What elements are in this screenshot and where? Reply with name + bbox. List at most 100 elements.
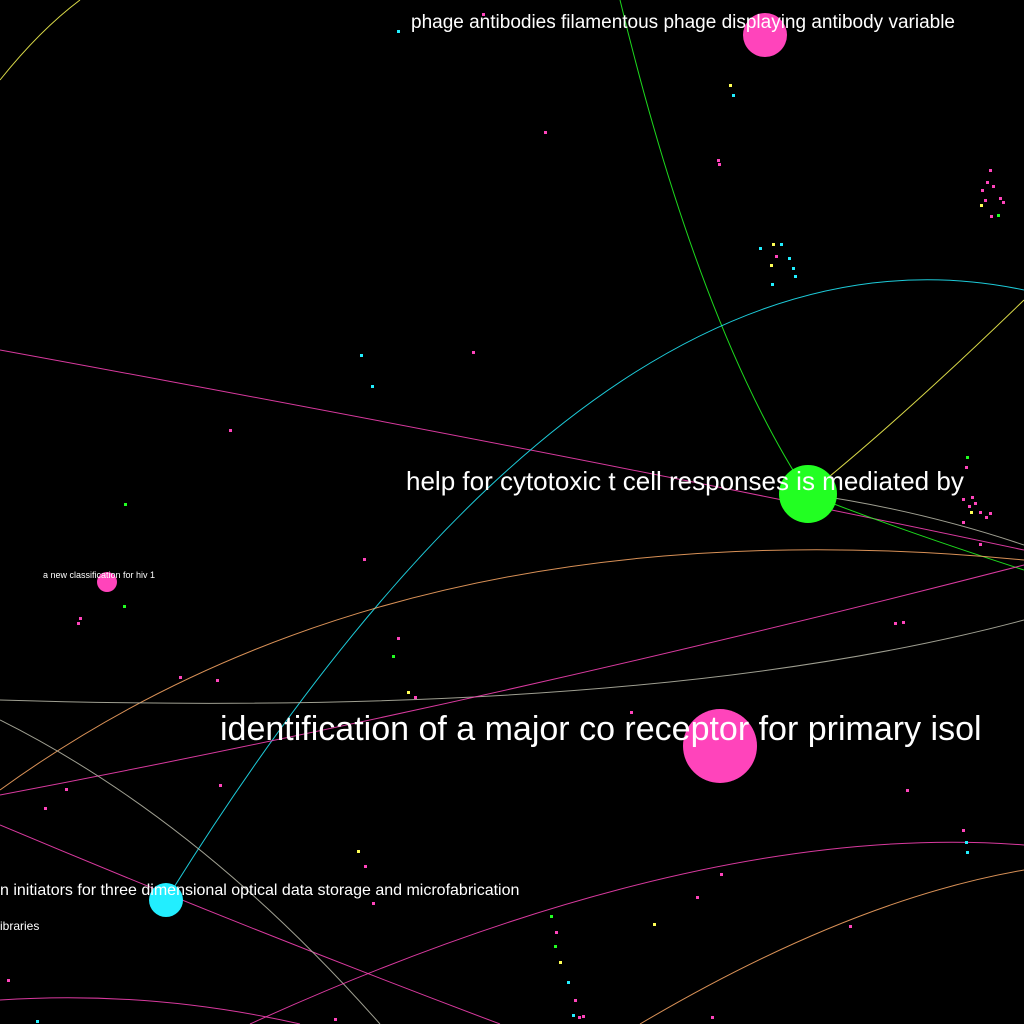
- label-hiv-classification: a new classification for hiv 1: [43, 570, 156, 580]
- minor-node-16: [997, 214, 1000, 217]
- minor-node-79: [578, 1016, 581, 1019]
- minor-node-38: [979, 511, 982, 514]
- minor-node-77: [574, 999, 577, 1002]
- minor-node-25: [794, 275, 797, 278]
- minor-node-9: [989, 169, 992, 172]
- edge-7: [807, 493, 1024, 546]
- minor-node-34: [962, 498, 965, 501]
- minor-node-50: [894, 622, 897, 625]
- minor-nodes-layer: [7, 13, 1005, 1023]
- minor-node-45: [79, 617, 82, 620]
- edge-2: [619, 0, 809, 495]
- minor-node-62: [965, 841, 968, 844]
- minor-node-7: [732, 94, 735, 97]
- minor-node-67: [720, 873, 723, 876]
- minor-node-11: [992, 185, 995, 188]
- minor-node-1: [397, 30, 400, 33]
- minor-node-70: [849, 925, 852, 928]
- label-optical-data-storage: n initiators for three dimensional optic…: [0, 882, 520, 899]
- edge-5: [807, 299, 1024, 495]
- edge-11: [0, 824, 501, 1024]
- minor-node-22: [788, 257, 791, 260]
- edge-1: [0, 0, 81, 81]
- minor-node-44: [363, 558, 366, 561]
- minor-node-74: [559, 961, 562, 964]
- minor-node-29: [371, 385, 374, 388]
- minor-node-43: [979, 543, 982, 546]
- minor-node-24: [792, 267, 795, 270]
- minor-node-20: [780, 243, 783, 246]
- minor-node-21: [775, 255, 778, 258]
- minor-node-18: [759, 247, 762, 250]
- minor-node-63: [966, 851, 969, 854]
- minor-node-46: [77, 622, 80, 625]
- edges-layer: [0, 0, 1024, 1024]
- minor-node-6: [729, 84, 732, 87]
- minor-node-58: [65, 788, 68, 791]
- citation-network-canvas[interactable]: phage antibodies filamentous phage displ…: [0, 0, 1024, 1024]
- edge-13: [249, 841, 1024, 1024]
- minor-node-5: [718, 163, 721, 166]
- minor-node-33: [965, 466, 968, 469]
- minor-node-23: [770, 264, 773, 267]
- edge-6: [807, 493, 1024, 571]
- minor-node-78: [572, 1014, 575, 1017]
- minor-node-17: [1002, 201, 1005, 204]
- minor-node-39: [985, 516, 988, 519]
- minor-node-59: [44, 807, 47, 810]
- minor-node-12: [999, 197, 1002, 200]
- minor-node-40: [970, 511, 973, 514]
- minor-node-49: [392, 655, 395, 658]
- minor-node-32: [966, 456, 969, 459]
- minor-node-66: [372, 902, 375, 905]
- edge-12: [0, 719, 381, 1024]
- minor-node-57: [219, 784, 222, 787]
- minor-node-51: [902, 621, 905, 624]
- minor-node-76: [567, 981, 570, 984]
- minor-node-82: [334, 1018, 337, 1021]
- edge-9: [0, 619, 1024, 704]
- minor-node-27: [360, 354, 363, 357]
- label-cytotoxic-t-cell-help: help for cytotoxic t cell responses is m…: [406, 466, 964, 496]
- minor-node-15: [990, 215, 993, 218]
- network-graph[interactable]: [0, 0, 1024, 1024]
- minor-node-65: [364, 865, 367, 868]
- minor-node-13: [984, 199, 987, 202]
- minor-node-69: [550, 915, 553, 918]
- minor-node-81: [711, 1016, 714, 1019]
- minor-node-55: [414, 696, 417, 699]
- edge-15: [0, 997, 301, 1024]
- minor-node-42: [962, 521, 965, 524]
- minor-node-68: [696, 896, 699, 899]
- minor-node-31: [124, 503, 127, 506]
- minor-node-54: [407, 691, 410, 694]
- minor-node-80: [582, 1015, 585, 1018]
- minor-node-72: [653, 923, 656, 926]
- major-nodes-layer: [97, 13, 837, 917]
- minor-node-28: [472, 351, 475, 354]
- label-phage-antibodies: phage antibodies filamentous phage displ…: [411, 12, 955, 33]
- minor-node-14: [980, 204, 983, 207]
- minor-node-83: [36, 1020, 39, 1023]
- edge-8: [0, 549, 1024, 791]
- minor-node-75: [7, 979, 10, 982]
- edge-14: [639, 869, 1024, 1024]
- label-major-co-receptor: identification of a major co receptor fo…: [220, 710, 982, 748]
- edge-4: [165, 279, 1024, 901]
- minor-node-8: [986, 181, 989, 184]
- edge-3: [0, 349, 1024, 551]
- minor-node-41: [989, 512, 992, 515]
- edge-10: [0, 564, 1024, 796]
- minor-node-36: [968, 505, 971, 508]
- minor-node-26: [771, 283, 774, 286]
- label-libraries: ibraries: [0, 919, 40, 933]
- minor-node-53: [216, 679, 219, 682]
- minor-node-61: [962, 829, 965, 832]
- minor-node-47: [123, 605, 126, 608]
- minor-node-4: [717, 159, 720, 162]
- minor-node-60: [906, 789, 909, 792]
- minor-node-64: [357, 850, 360, 853]
- minor-node-19: [772, 243, 775, 246]
- minor-node-37: [974, 502, 977, 505]
- minor-node-71: [555, 931, 558, 934]
